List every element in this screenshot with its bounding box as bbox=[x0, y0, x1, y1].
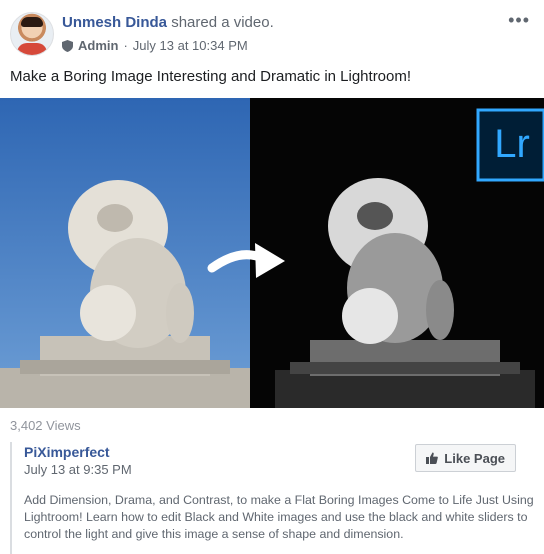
video-player[interactable]: Lr bbox=[0, 98, 544, 408]
avatar-hair bbox=[21, 17, 43, 27]
thumbs-up-icon bbox=[426, 452, 439, 464]
post-timestamp[interactable]: July 13 at 10:34 PM bbox=[133, 38, 248, 53]
shared-page-block: PiXimperfect July 13 at 9:35 PM Like Pag… bbox=[10, 442, 536, 554]
like-page-label: Like Page bbox=[444, 450, 505, 466]
post-action: shared a video. bbox=[171, 14, 274, 31]
post-meta: Admin · July 13 at 10:34 PM bbox=[62, 38, 248, 53]
view-count: 3,402 Views bbox=[10, 418, 81, 433]
post-header: Unmesh Dinda shared a video. Admin · Jul… bbox=[0, 0, 544, 66]
shield-icon bbox=[62, 39, 73, 52]
page-post-date[interactable]: July 13 at 9:35 PM bbox=[24, 462, 132, 477]
more-options-icon[interactable]: ••• bbox=[508, 10, 530, 31]
like-page-button[interactable]: Like Page bbox=[415, 444, 516, 472]
author-name[interactable]: Unmesh Dinda bbox=[62, 14, 167, 31]
post-text: Make a Boring Image Interesting and Dram… bbox=[10, 68, 412, 85]
role-label: Admin bbox=[78, 38, 119, 53]
video-thumbnail bbox=[0, 98, 544, 408]
author-avatar[interactable] bbox=[10, 12, 54, 56]
page-name[interactable]: PiXimperfect bbox=[24, 444, 110, 460]
avatar-shirt bbox=[17, 43, 47, 55]
video-description: Add Dimension, Drama, and Contrast, to m… bbox=[24, 493, 534, 541]
lightroom-badge-label: Lr bbox=[494, 122, 530, 166]
author-line: Unmesh Dinda shared a video. bbox=[62, 14, 274, 31]
meta-separator: · bbox=[123, 38, 128, 53]
